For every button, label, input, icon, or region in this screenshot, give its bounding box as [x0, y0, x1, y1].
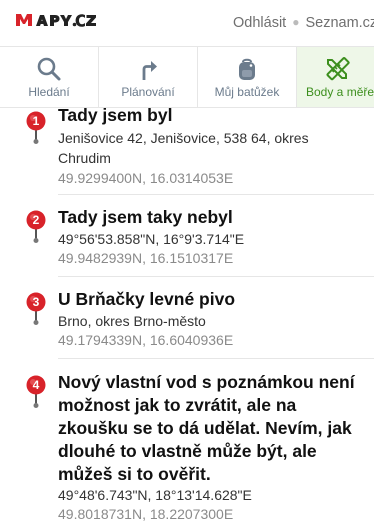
point-item[interactable]: 2 Tady jsem taky nebyl 49°56'53.858"N, 1…: [0, 195, 374, 277]
map-pin-icon: 4: [26, 375, 46, 408]
search-icon: [37, 57, 61, 81]
point-address: 49°48'6.743"N, 18°13'14.628"E: [58, 487, 252, 503]
tab-search-label: Hledání: [28, 85, 70, 99]
main-tabs: Hledání Plánování Můj batůžek Body a měř…: [0, 46, 374, 108]
point-coordinates: 49.1794339N, 16.6040936E: [58, 332, 234, 348]
point-item[interactable]: 1 Tady jsem byl Jenišovice 42, Jenišovic…: [0, 108, 374, 195]
tab-points-measure[interactable]: Body a měření: [297, 47, 374, 107]
point-coordinates: 49.8018731N, 18.2207300E: [58, 506, 234, 522]
pin-number: 4: [33, 378, 40, 392]
point-item[interactable]: 4 Nový vlastní vod s poznámkou není možn…: [0, 359, 374, 527]
tab-search[interactable]: Hledání: [0, 47, 99, 107]
point-coordinates: 49.9482939N, 16.1510317E: [58, 250, 234, 266]
map-pin-icon: 2: [26, 210, 46, 243]
point-address: 49°56'53.858"N, 16°9'3.714"E: [58, 231, 245, 247]
backpack-icon: [239, 58, 255, 80]
mapy-logo-mark: [16, 14, 96, 27]
route-arrow-icon: [142, 61, 157, 80]
point-title[interactable]: Tady jsem taky nebyl: [58, 206, 356, 229]
pin-number: 3: [33, 295, 40, 309]
ruler-pencil-icon: [326, 57, 350, 81]
tab-planning[interactable]: Plánování: [99, 47, 198, 107]
top-bar: Odhlásit ● Seznam.cz: [0, 0, 374, 46]
seznam-link[interactable]: Seznam.cz: [305, 15, 374, 31]
tab-backpack-label: Můj batůžek: [214, 85, 280, 99]
account-links: Odhlásit ● Seznam.cz: [233, 15, 374, 31]
point-title[interactable]: Tady jsem byl: [58, 108, 356, 127]
separator-dot: ●: [292, 15, 300, 29]
map-pin-icon: 3: [26, 292, 46, 325]
pin-number: 1: [33, 114, 40, 128]
tab-backpack[interactable]: Můj batůžek: [198, 47, 297, 107]
point-address: Jenišovice 42, Jenišovice, 538 64, okres…: [58, 130, 309, 166]
points-list: 1 Tady jsem byl Jenišovice 42, Jenišovic…: [0, 108, 374, 527]
point-address: Brno, okres Brno-město: [58, 313, 206, 329]
point-title[interactable]: Nový vlastní vod s poznámkou není možnos…: [58, 371, 356, 486]
tab-planning-label: Plánování: [121, 85, 175, 99]
pin-number: 2: [33, 213, 40, 227]
point-coordinates: 49.9299400N, 16.0314053E: [58, 170, 234, 186]
point-title[interactable]: U Brňačky levné pivo: [58, 288, 356, 311]
point-item[interactable]: 3 U Brňačky levné pivo Brno, okres Brno-…: [0, 277, 374, 359]
logout-link[interactable]: Odhlásit: [233, 15, 286, 31]
map-pin-icon: 1: [26, 111, 46, 144]
tab-points-measure-label: Body a měření: [306, 85, 374, 99]
mapy-logo[interactable]: [14, 10, 98, 32]
